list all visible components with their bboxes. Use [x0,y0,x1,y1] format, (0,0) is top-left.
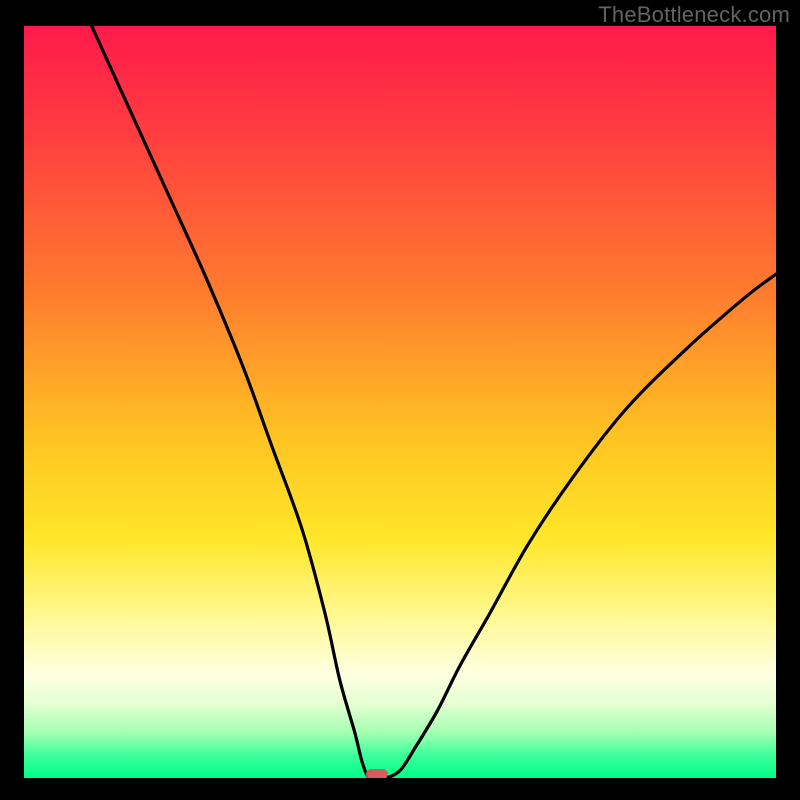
chart-frame: TheBottleneck.com [0,0,800,800]
plot-area [24,26,776,778]
watermark-text: TheBottleneck.com [598,2,790,28]
bottleneck-curve-path [92,26,776,778]
minimum-marker [366,769,388,778]
bottleneck-curve [24,26,776,778]
